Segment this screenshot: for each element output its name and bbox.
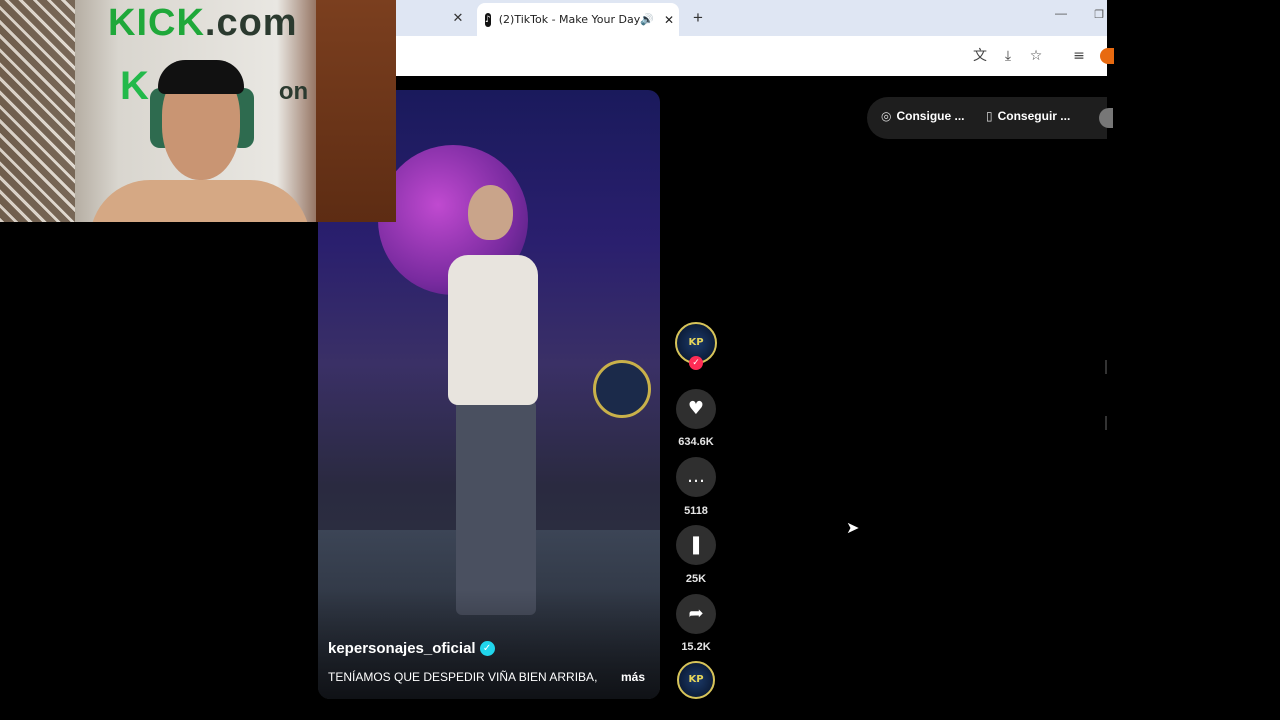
like-button[interactable]: ♥ (676, 389, 716, 429)
drum-logo (593, 360, 651, 418)
share-icon: ➦ (688, 603, 704, 624)
tiktok-favicon-icon: ♪ (485, 12, 491, 27)
video-author[interactable]: kepersonajes_oficial ✓ (328, 640, 495, 657)
get-coins-label: Consigue ... (896, 109, 965, 123)
follow-check-icon[interactable]: ✓ (689, 356, 703, 370)
heart-icon: ♥ (687, 398, 705, 419)
get-coins-button[interactable]: ◎ Consigue ... (881, 109, 965, 123)
share-button[interactable]: ➦ (676, 594, 716, 634)
scroll-up-handle[interactable] (1105, 360, 1107, 374)
mouse-cursor-icon: ➤ (846, 518, 860, 537)
window-grill (0, 0, 75, 222)
video-caption: TENÍAMOS QUE DESPEDIR VIÑA BIEN ARRIBA, (328, 670, 598, 684)
restore-window-button[interactable]: ❐ (1092, 8, 1106, 24)
comment-icon: … (687, 466, 705, 487)
tab-title: (2)TikTok - Make Your Day (498, 13, 641, 26)
webcam-overlay: KICK.com Kon (0, 0, 396, 222)
save-button[interactable]: ❚ (676, 525, 716, 565)
media-queue-icon[interactable]: ≡ (1069, 46, 1089, 66)
browser-toolbar: 文 ⤓ ☆ ≡ (396, 36, 1114, 76)
bookmark-star-icon[interactable]: ☆ (1026, 46, 1046, 66)
streamer (90, 60, 310, 222)
screen: ✕ ♪ (2)TikTok - Make Your Day 🔊 ✕ + — ❐ … (0, 0, 1280, 720)
minimize-window-button[interactable]: — (1054, 6, 1068, 26)
author-username[interactable]: kepersonajes_oficial (328, 640, 476, 657)
verified-badge-icon: ✓ (479, 641, 495, 656)
share-count: 15.2K (681, 641, 711, 653)
bookmark-icon: ❚ (688, 534, 704, 555)
comment-count: 5118 (684, 505, 708, 517)
tab-audio-icon[interactable]: 🔊 (640, 13, 654, 26)
tab-tiktok[interactable]: ♪ (2)TikTok - Make Your Day 🔊 ✕ (477, 3, 679, 36)
comment-button[interactable]: … (676, 457, 716, 497)
tab-strip: ✕ ♪ (2)TikTok - Make Your Day 🔊 ✕ + — ❐ (396, 0, 1107, 36)
wall-sign-top: KICK.com (108, 2, 298, 44)
get-app-button[interactable]: ▯ Conseguir ... (986, 109, 1070, 123)
wooden-door (316, 0, 396, 222)
music-disc-avatar[interactable]: KP (677, 661, 715, 699)
save-count: 25K (685, 573, 707, 585)
translate-icon[interactable]: 文 (970, 46, 990, 66)
profile-avatar[interactable] (1100, 48, 1114, 64)
coin-icon: ◎ (881, 109, 892, 123)
get-app-bar: ◎ Consigue ... ▯ Conseguir ... (867, 97, 1113, 139)
scroll-down-handle[interactable] (1105, 416, 1107, 430)
previous-tab-close-icon[interactable]: ✕ (448, 9, 468, 27)
caption-more-link[interactable]: más (621, 670, 645, 684)
performer-figure (438, 185, 548, 615)
tab-close-icon[interactable]: ✕ (664, 13, 674, 27)
get-app-label: Conseguir ... (997, 109, 1071, 123)
new-tab-button[interactable]: + (688, 8, 708, 28)
phone-icon: ▯ (986, 109, 993, 123)
user-avatar[interactable] (1099, 108, 1113, 128)
like-count: 634.6K (678, 436, 714, 448)
install-app-icon[interactable]: ⤓ (998, 46, 1018, 66)
